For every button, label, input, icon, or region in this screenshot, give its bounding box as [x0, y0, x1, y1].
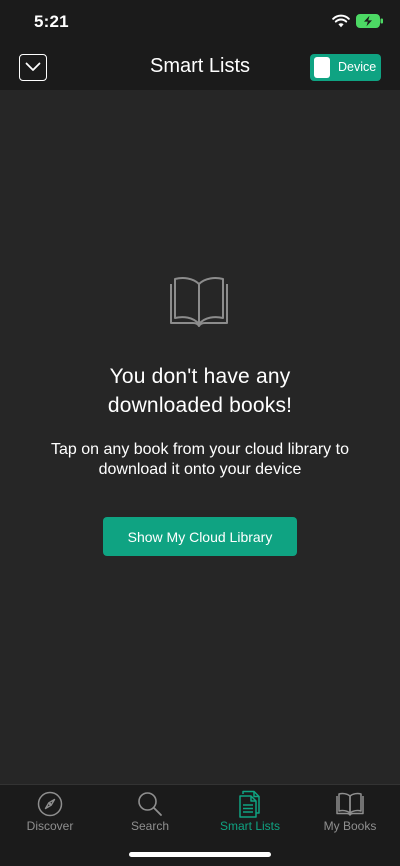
- tab-discover[interactable]: Discover: [0, 785, 100, 841]
- top-bar: 5:21 Smart Lists Device: [0, 0, 400, 90]
- empty-state-description: Tap on any book from your cloud library …: [30, 440, 370, 480]
- tab-label-my-books: My Books: [323, 819, 377, 833]
- status-icons: [332, 14, 384, 28]
- description-line-2: download it onto your device: [98, 461, 302, 478]
- tab-search[interactable]: Search: [100, 785, 200, 841]
- device-toggle[interactable]: Device: [310, 54, 381, 81]
- smart-lists-screen: 5:21 Smart Lists Device You don't have a…: [0, 0, 400, 866]
- tab-label-discover: Discover: [26, 819, 74, 833]
- wifi-icon: [332, 14, 350, 28]
- toggle-knob: [314, 57, 330, 78]
- status-time: 5:21: [34, 12, 69, 31]
- compass-icon: [37, 789, 63, 819]
- tab-my-books[interactable]: My Books: [300, 785, 400, 841]
- home-indicator[interactable]: [129, 852, 271, 857]
- documents-icon: [238, 789, 262, 819]
- tab-smart-lists[interactable]: Smart Lists: [200, 785, 300, 841]
- device-toggle-label: Device: [338, 60, 377, 74]
- heading-line-1: You don't have any: [109, 365, 291, 388]
- empty-state-heading: You don't have any downloaded books!: [40, 362, 360, 420]
- open-book-icon: [169, 274, 229, 330]
- heading-line-2: downloaded books!: [107, 394, 293, 417]
- tab-label-search: Search: [130, 819, 170, 833]
- battery-charging-icon: [356, 14, 384, 28]
- book-icon: [336, 789, 364, 819]
- show-cloud-library-button[interactable]: Show My Cloud Library: [103, 517, 297, 556]
- description-line-1: Tap on any book from your cloud library …: [51, 441, 349, 458]
- search-icon: [137, 789, 163, 819]
- tab-label-smart-lists: Smart Lists: [219, 819, 280, 833]
